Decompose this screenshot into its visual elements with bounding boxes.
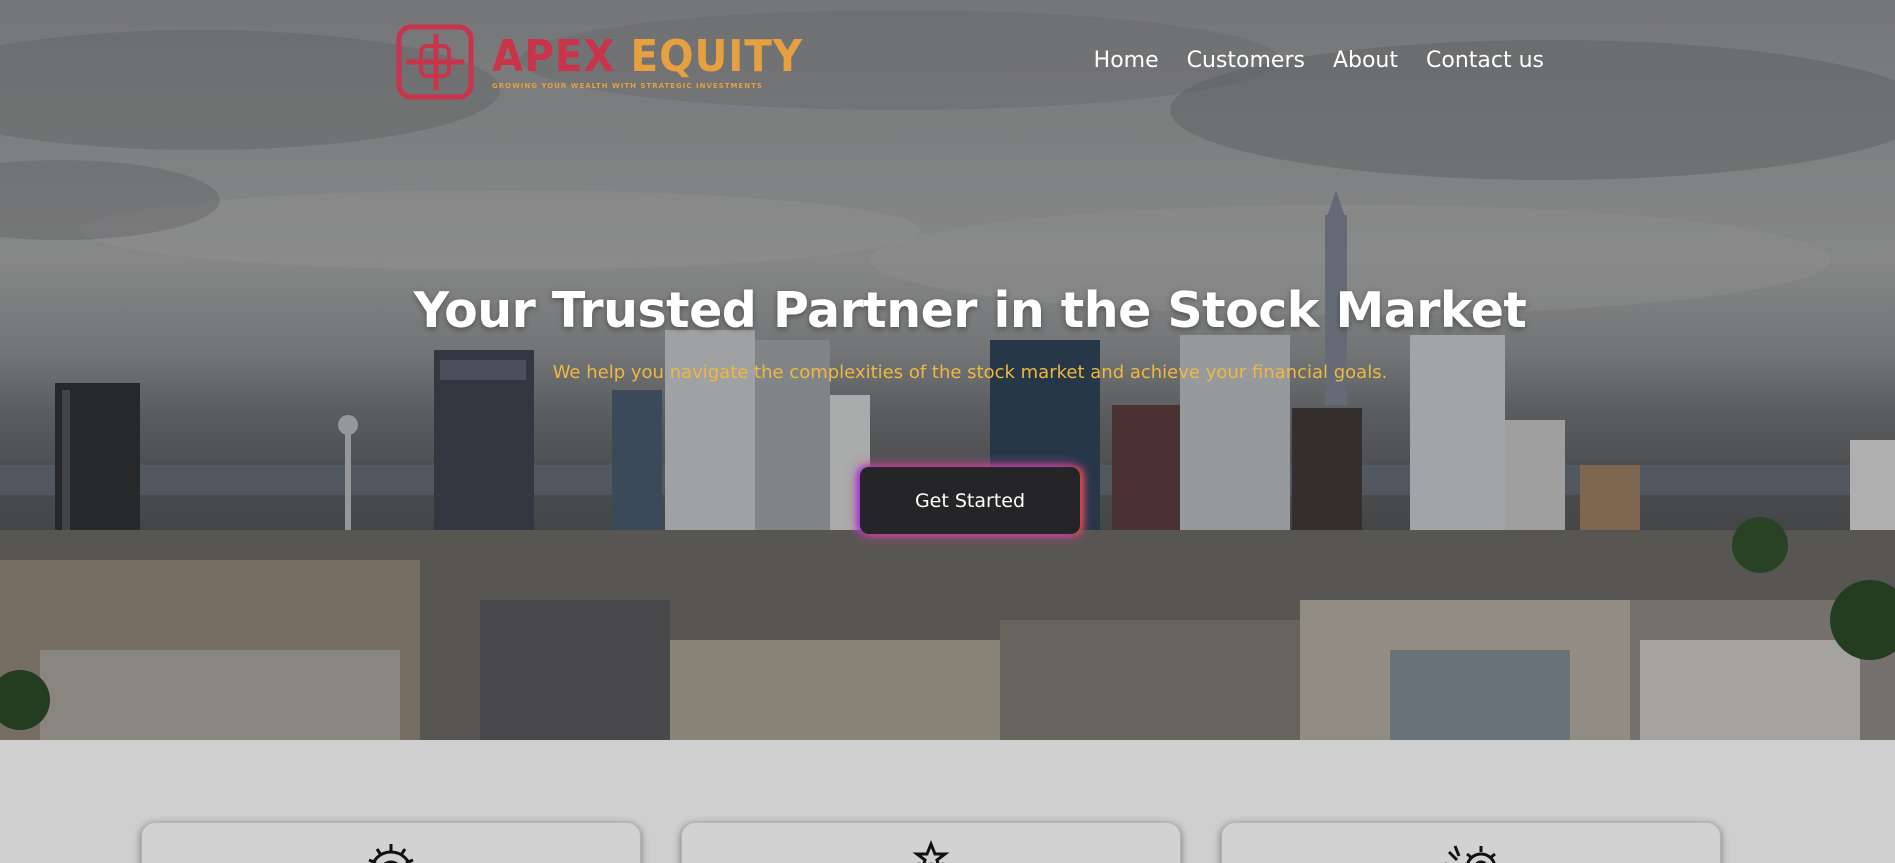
brand-name: APEX EQUITY <box>492 34 803 80</box>
gears-icon <box>1445 845 1496 863</box>
brand-name-part2: EQUITY <box>630 31 804 82</box>
hero-title: Your Trusted Partner in the Stock Market <box>413 282 1527 339</box>
nav-about[interactable]: About <box>1333 48 1398 73</box>
feature-card[interactable] <box>681 822 1181 863</box>
main-nav: Home Customers About Contact us <box>1094 48 1544 73</box>
logo-mark-icon <box>396 24 474 100</box>
brand-logo[interactable]: APEX EQUITY GROWING YOUR WEALTH WITH STR… <box>396 24 830 100</box>
gear-icon <box>368 844 414 863</box>
star-icon <box>912 839 950 863</box>
get-started-button[interactable]: Get Started <box>860 467 1080 534</box>
hero-subtitle: We help you navigate the complexities of… <box>552 362 1388 383</box>
logo-text: APEX EQUITY GROWING YOUR WEALTH WITH STR… <box>492 34 830 91</box>
feature-cards <box>0 740 1895 863</box>
brand-name-part1: APEX <box>492 31 616 82</box>
brand-tagline: GROWING YOUR WEALTH WITH STRATEGIC INVES… <box>492 82 763 90</box>
hero-section: APEX EQUITY GROWING YOUR WEALTH WITH STR… <box>0 0 1895 740</box>
feature-card[interactable] <box>141 822 641 863</box>
nav-customers[interactable]: Customers <box>1187 48 1305 73</box>
nav-home[interactable]: Home <box>1094 48 1159 73</box>
feature-card[interactable] <box>1221 822 1721 863</box>
nav-contact-us[interactable]: Contact us <box>1426 48 1544 73</box>
